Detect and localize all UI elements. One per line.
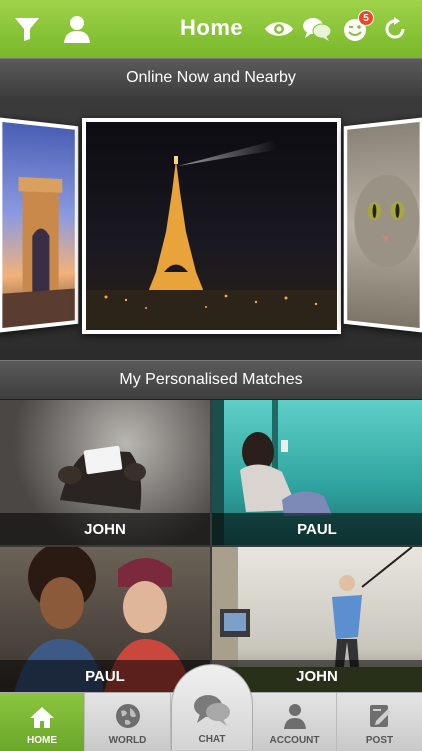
match-tile[interactable]: JOHN: [0, 400, 210, 545]
person-icon: [283, 704, 306, 729]
notification-badge: 5: [358, 10, 374, 26]
online-carousel[interactable]: [0, 96, 422, 360]
profile-photo-cat[interactable]: [343, 117, 422, 333]
globe-icon: [115, 704, 140, 728]
top-bar: Home 5: [0, 0, 422, 59]
matches-grid: JOHN PAUL PAUL JOHN: [0, 400, 422, 692]
match-name: PAUL: [212, 513, 422, 545]
tab-chat-label: CHAT: [198, 734, 226, 745]
page-title: Home: [180, 15, 244, 40]
matches-header: My Personalised Matches: [0, 360, 422, 400]
filter-icon[interactable]: [8, 10, 46, 48]
match-name: JOHN: [0, 513, 210, 545]
tab-world[interactable]: WORLD: [85, 693, 171, 751]
match-tile[interactable]: PAUL: [212, 400, 422, 545]
chat-icon: [194, 695, 230, 726]
tab-post-label: POST: [365, 735, 394, 746]
tab-post[interactable]: POST: [337, 693, 422, 751]
profile-photo-arch[interactable]: [0, 117, 79, 333]
refresh-icon[interactable]: [376, 10, 414, 48]
tab-account-label: ACCOUNT: [269, 735, 320, 746]
home-icon: [30, 707, 54, 728]
chat-bubbles-icon[interactable]: [298, 10, 336, 48]
match-tile[interactable]: JOHN: [212, 547, 422, 692]
tab-account[interactable]: ACCOUNT: [253, 693, 337, 751]
user-icon[interactable]: [58, 10, 96, 48]
wink-icon[interactable]: 5: [336, 10, 374, 48]
eye-icon[interactable]: [260, 10, 298, 48]
profile-photo-eiffel[interactable]: [82, 118, 341, 334]
tab-world-label: WORLD: [108, 735, 147, 746]
match-tile[interactable]: PAUL: [0, 547, 210, 692]
tab-home[interactable]: HOME: [0, 693, 85, 751]
tab-home-label: HOME: [27, 735, 57, 746]
online-now-header: Online Now and Nearby: [0, 58, 422, 98]
tab-chat[interactable]: CHAT: [171, 664, 253, 750]
compose-icon: [369, 705, 391, 727]
